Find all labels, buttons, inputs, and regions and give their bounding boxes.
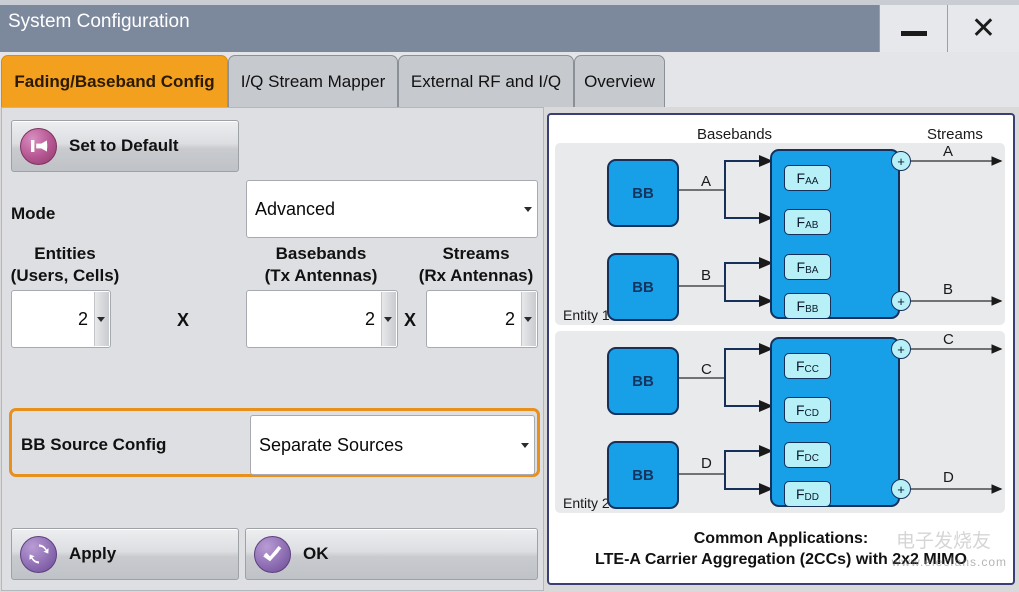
chevron-down-icon: [524, 207, 532, 212]
diagram-header-basebands: Basebands: [697, 126, 772, 143]
multiply-separator-2: X: [404, 310, 416, 331]
baseband-input-label-b: B: [701, 267, 711, 284]
ok-label: OK: [303, 544, 329, 564]
ok-button[interactable]: OK: [245, 528, 538, 580]
stream-output-label-a: A: [943, 143, 953, 160]
close-icon: ✕: [971, 14, 996, 44]
settings-panel: Set to Default Mode Advanced Entities (U…: [1, 107, 544, 591]
entity-1-group: Entity 1: [555, 143, 1005, 325]
fading-cell-base: F: [797, 214, 806, 230]
refresh-icon: [20, 536, 57, 573]
fading-cell-base: F: [796, 358, 805, 374]
bb-block-d[interactable]: BB: [607, 441, 679, 509]
bb-source-config-select[interactable]: Separate Sources: [250, 415, 535, 475]
basebands-stepper[interactable]: 2: [246, 290, 398, 348]
baseband-input-label-c: C: [701, 361, 712, 378]
tab-external-rf-and-iq[interactable]: External RF and I/Q: [398, 55, 574, 107]
title-bar: System Configuration ✕: [0, 0, 1019, 52]
tab-iq-stream-mapper[interactable]: I/Q Stream Mapper: [228, 55, 398, 107]
mode-value: Advanced: [247, 199, 335, 220]
tab-bar: Fading/Baseband Config I/Q Stream Mapper…: [0, 52, 1019, 107]
check-icon: [254, 536, 291, 573]
fading-cell-sub: AA: [805, 176, 818, 187]
chevron-down-icon: [384, 317, 392, 322]
entities-label-line1: Entities: [11, 244, 119, 264]
fading-cell-base: F: [796, 402, 805, 418]
chevron-down-icon: [521, 443, 529, 448]
fading-cell-sub: CD: [805, 408, 819, 419]
sum-node-b: +: [891, 291, 911, 311]
bb-source-config-row[interactable]: BB Source Config Separate Sources: [9, 408, 540, 477]
fading-cell-sub: DD: [805, 492, 819, 503]
fading-cell-f-bb[interactable]: FBB: [784, 293, 831, 319]
bb-block-a[interactable]: BB: [607, 159, 679, 227]
fading-cell-f-dd[interactable]: FDD: [784, 481, 831, 507]
apply-label: Apply: [69, 544, 116, 564]
fading-cell-f-ba[interactable]: FBA: [784, 254, 831, 280]
minimize-icon: [901, 31, 927, 36]
caption-line-1: Common Applications:: [549, 528, 1013, 550]
tab-label: Fading/Baseband Config: [14, 72, 214, 92]
fading-cell-base: F: [797, 170, 806, 186]
minimize-button[interactable]: [879, 5, 947, 52]
fading-cell-sub: AB: [805, 220, 818, 231]
tab-overview[interactable]: Overview: [574, 55, 665, 107]
block-diagram-panel: Basebands Streams Entity 1: [547, 113, 1015, 585]
basebands-value: 2: [247, 309, 397, 330]
fading-cell-sub: DC: [805, 453, 819, 464]
window-title: System Configuration: [8, 11, 190, 33]
system-configuration-dialog: System Configuration ✕ Fading/Baseband C…: [0, 0, 1019, 592]
fading-cell-base: F: [796, 447, 805, 463]
stream-output-label-b: B: [943, 281, 953, 298]
chevron-down-icon: [524, 317, 532, 322]
fading-cell-f-aa[interactable]: FAA: [784, 165, 831, 191]
common-applications-caption: Common Applications: LTE-A Carrier Aggre…: [549, 528, 1013, 571]
streams-stepper[interactable]: 2: [426, 290, 538, 348]
stream-output-label-c: C: [943, 331, 954, 348]
apply-button[interactable]: Apply: [11, 528, 239, 580]
mode-label: Mode: [11, 204, 55, 224]
basebands-label-line1: Basebands: [246, 244, 396, 264]
back-arrow-icon: [20, 128, 57, 165]
baseband-input-label-d: D: [701, 455, 712, 472]
fading-cell-sub: BA: [805, 265, 818, 276]
tab-label: I/Q Stream Mapper: [241, 72, 386, 92]
stream-output-label-d: D: [943, 469, 954, 486]
multiply-separator-1: X: [177, 310, 189, 331]
fading-cell-sub: BB: [805, 304, 818, 315]
fading-cell-base: F: [797, 259, 806, 275]
fading-cell-f-cd[interactable]: FCD: [784, 397, 831, 423]
tab-label: External RF and I/Q: [411, 72, 561, 92]
bb-block-b[interactable]: BB: [607, 253, 679, 321]
fading-cell-sub: CC: [805, 364, 819, 375]
streams-label-line2: (Rx Antennas): [412, 266, 540, 286]
caption-line-2: LTE-A Carrier Aggregation (2CCs) with 2x…: [549, 549, 1013, 571]
sum-node-a: +: [891, 151, 911, 171]
sum-node-c: +: [891, 339, 911, 359]
set-to-default-button[interactable]: Set to Default: [11, 120, 239, 172]
fading-cell-base: F: [797, 298, 806, 314]
close-button[interactable]: ✕: [947, 5, 1019, 52]
baseband-input-label-a: A: [701, 173, 711, 190]
set-to-default-label: Set to Default: [69, 136, 179, 156]
title-bar-top-strip: [0, 0, 1019, 5]
fading-cell-f-ab[interactable]: FAB: [784, 209, 831, 235]
bb-block-c[interactable]: BB: [607, 347, 679, 415]
entity-2-group: Entity 2 BB: [555, 331, 1005, 513]
basebands-label-line2: (Tx Antennas): [246, 266, 396, 286]
entities-label-line2: (Users, Cells): [2, 266, 128, 286]
bb-source-config-label: BB Source Config: [21, 435, 166, 455]
diagram-header-streams: Streams: [927, 126, 983, 143]
entities-stepper[interactable]: 2: [11, 290, 111, 348]
fading-cell-base: F: [796, 486, 805, 502]
mode-select[interactable]: Advanced: [246, 180, 538, 238]
sum-node-d: +: [891, 479, 911, 499]
bb-source-config-value: Separate Sources: [251, 435, 403, 456]
streams-label-line1: Streams: [414, 244, 538, 264]
tab-label: Overview: [584, 72, 655, 92]
chevron-down-icon: [97, 317, 105, 322]
fading-cell-f-cc[interactable]: FCC: [784, 353, 831, 379]
fading-cell-f-dc[interactable]: FDC: [784, 442, 831, 468]
tab-fading-baseband-config[interactable]: Fading/Baseband Config: [1, 55, 228, 107]
